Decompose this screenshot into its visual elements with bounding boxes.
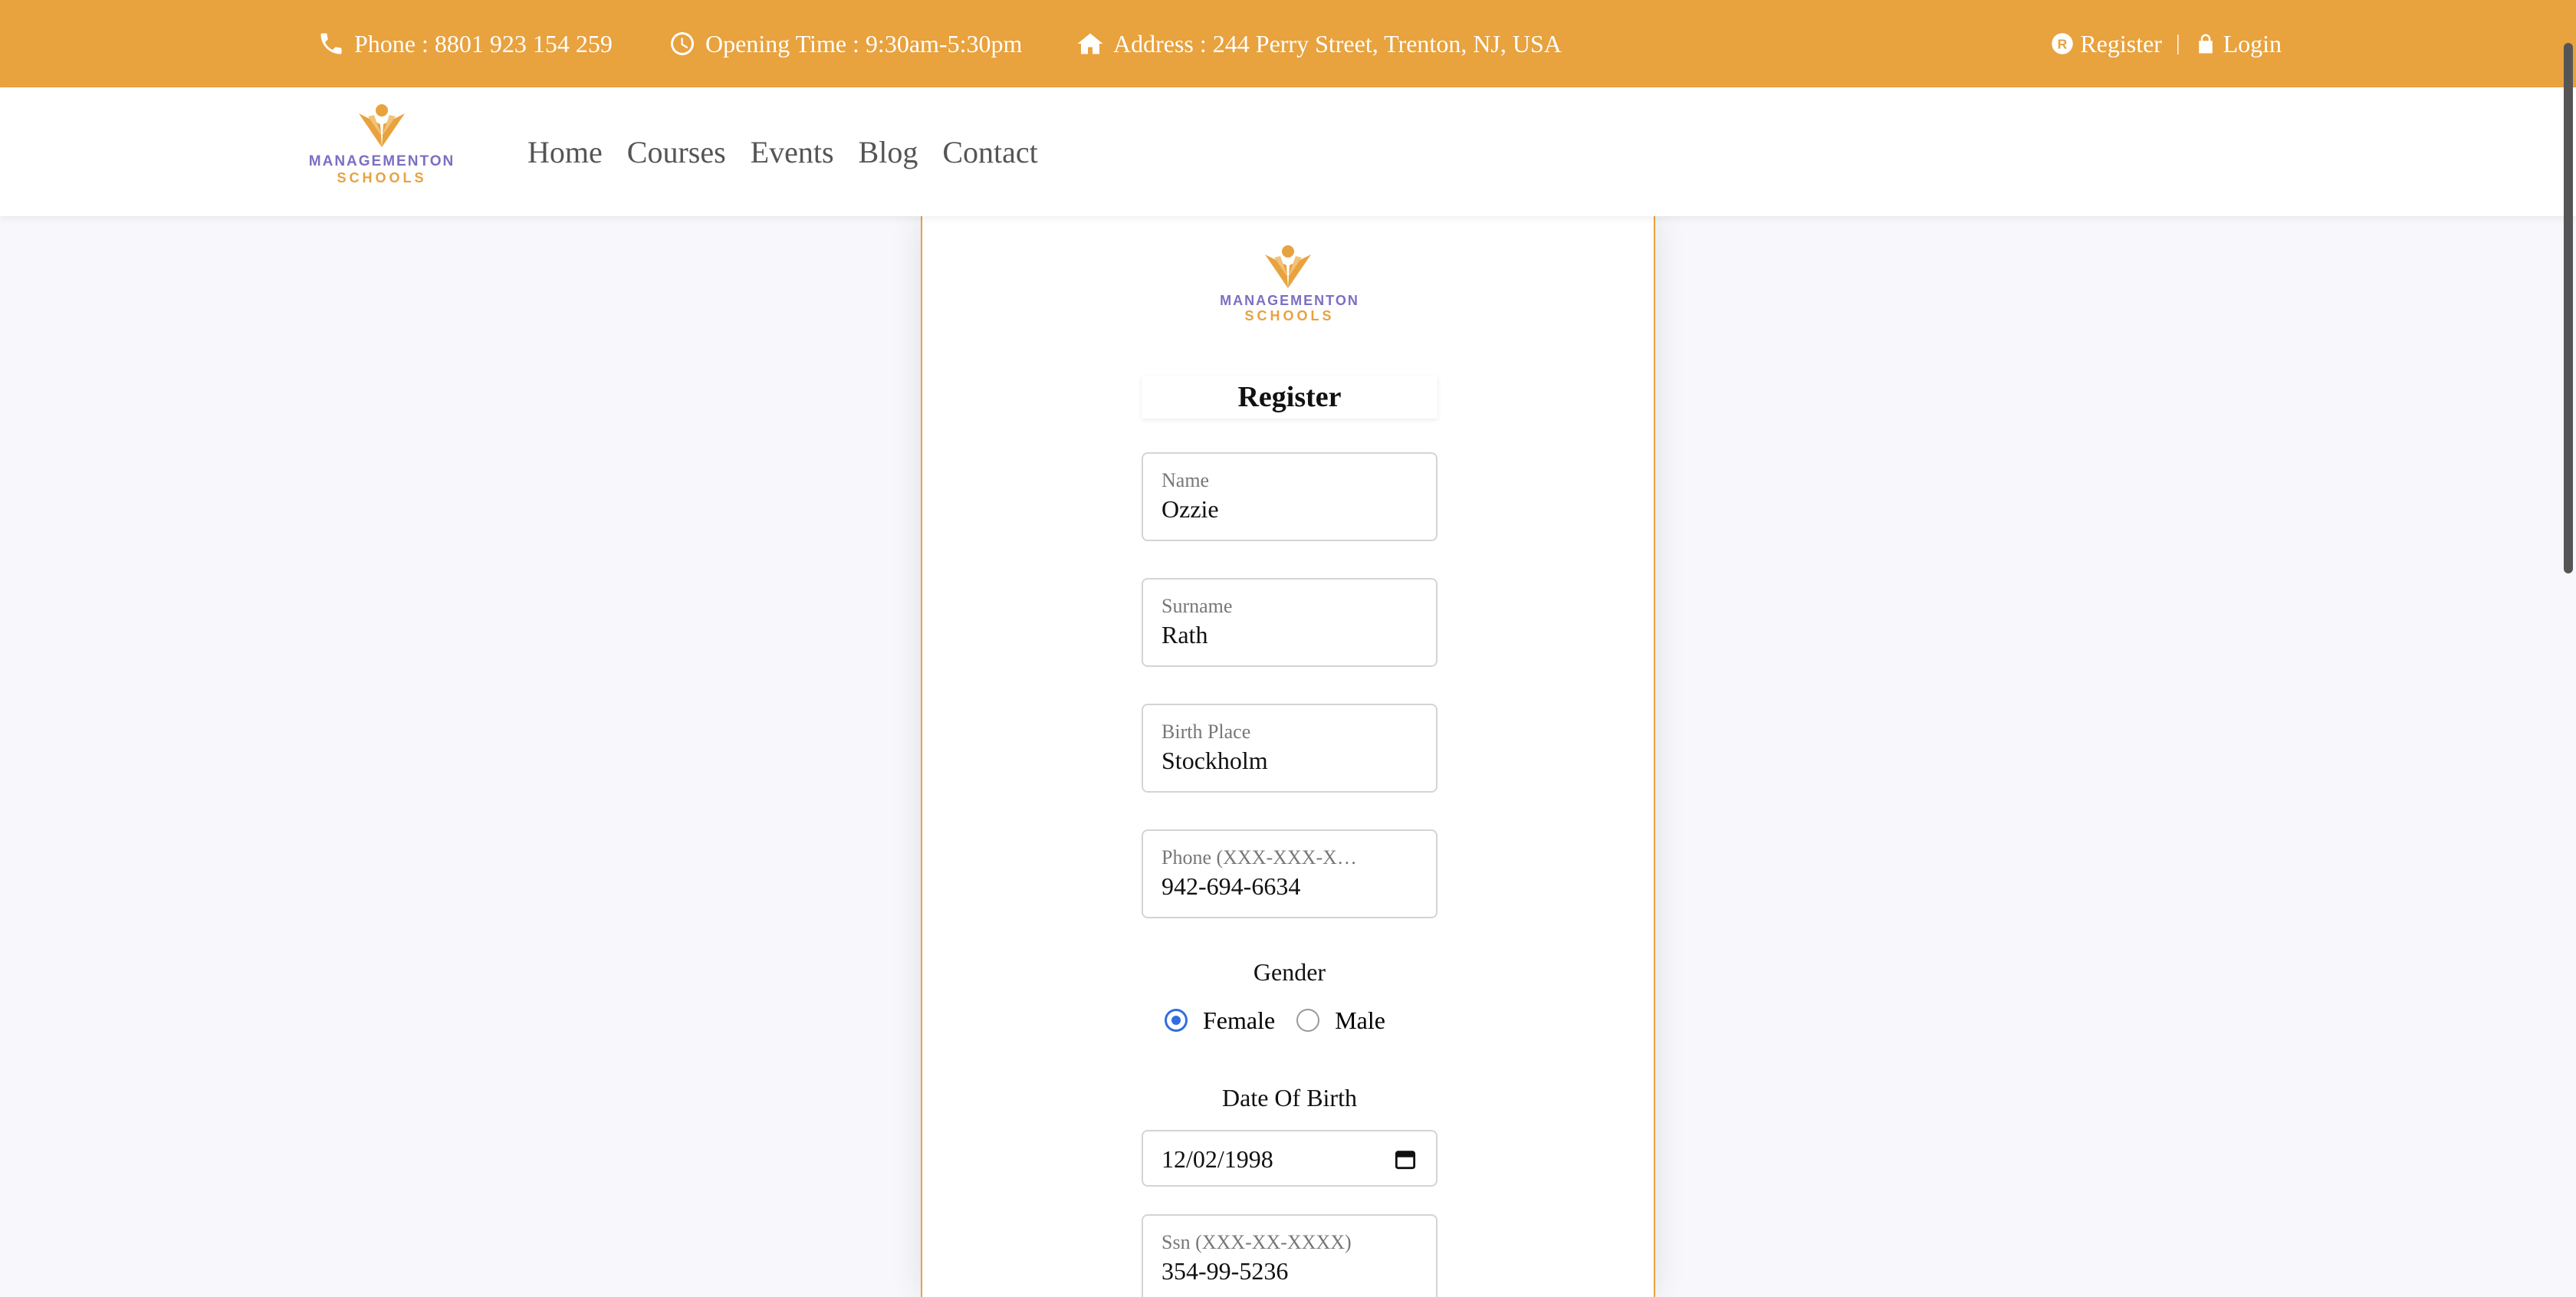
dob-value: 12/02/1998	[1162, 1145, 1273, 1173]
birth-place-value: Stockholm	[1162, 747, 1268, 774]
calendar-icon[interactable]	[1395, 1148, 1416, 1170]
name-value: Ozzie	[1162, 495, 1219, 523]
surname-field[interactable]: Surname Rath	[1142, 578, 1438, 667]
surname-label: Surname	[1162, 595, 1233, 617]
hours-info: Opening Time : 9:30am-5:30pm	[669, 0, 1022, 87]
male-radio[interactable]	[1296, 1009, 1320, 1032]
login-label: Login	[2223, 29, 2282, 57]
register-icon: R	[2052, 33, 2074, 54]
hours-label: Opening Time :	[705, 29, 859, 57]
phone-field[interactable]: Phone (XXX-XXX-X… 942-694-6634	[1142, 829, 1438, 918]
phone-field-value: 942-694-6634	[1162, 872, 1301, 900]
surname-value: Rath	[1162, 621, 1208, 648]
gender-label: Gender	[1253, 958, 1326, 986]
dob-label: Date Of Birth	[1222, 1084, 1357, 1111]
address-label: Address :	[1113, 29, 1207, 57]
svg-text:R: R	[2058, 36, 2068, 51]
auth-separator: |	[2175, 31, 2180, 55]
top-info-bar: Phone : 8801 923 154 259 Opening Time : …	[0, 0, 2576, 87]
auth-links: R Register | Login	[2051, 0, 2282, 87]
nav-home[interactable]: Home	[527, 134, 603, 170]
logo-mark-icon	[1265, 245, 1311, 288]
scrollbar-thumb[interactable]	[2564, 43, 2573, 573]
gender-radio-group: Female Male	[1165, 1004, 1407, 1036]
register-link[interactable]: R Register	[2051, 30, 2162, 58]
hours-value: 9:30am-5:30pm	[865, 29, 1023, 57]
address-info: Address : 244 Perry Street, Trenton, NJ,…	[1076, 0, 1562, 87]
ssn-field[interactable]: Ssn (XXX-XX-XXXX) 354-99-5236	[1142, 1214, 1438, 1297]
form-logo-name: MANAGEMENTON	[1220, 293, 1359, 308]
phone-info: Phone : 8801 923 154 259	[317, 0, 613, 87]
male-label: Male	[1335, 1006, 1385, 1034]
birth-place-label: Birth Place	[1162, 721, 1251, 743]
nav-contact[interactable]: Contact	[942, 134, 1037, 170]
nav-courses[interactable]: Courses	[627, 134, 726, 170]
clock-icon	[671, 32, 694, 55]
page-scrollbar[interactable]	[2561, 0, 2576, 1297]
brand-name: MANAGEMENTON	[308, 153, 455, 169]
name-field[interactable]: Name Ozzie	[1142, 452, 1438, 541]
nav-events[interactable]: Events	[751, 134, 834, 170]
form-logo-subname: SCHOOLS	[1244, 308, 1335, 323]
phone-value: 8801 923 154 259	[434, 29, 613, 57]
brand-subname: SCHOOLS	[337, 170, 427, 186]
dob-date-input[interactable]: 12/02/1998	[1142, 1130, 1438, 1187]
nav-blog[interactable]: Blog	[859, 134, 918, 170]
primary-nav: Home Courses Events Blog Contact	[527, 87, 1063, 216]
main-navbar: MANAGEMENTON SCHOOLS Home Courses Events…	[0, 87, 2576, 216]
register-panel: MANAGEMENTON SCHOOLS Register Name Ozzie…	[921, 216, 1655, 1297]
lock-icon	[2198, 34, 2213, 54]
phone-icon	[320, 33, 342, 54]
form-logo: MANAGEMENTON SCHOOLS	[1210, 244, 1369, 323]
birth-place-field[interactable]: Birth Place Stockholm	[1142, 704, 1438, 793]
register-title: Register	[1142, 376, 1438, 419]
female-radio[interactable]	[1165, 1009, 1188, 1032]
home-icon	[1077, 33, 1103, 54]
logo-mark-icon	[359, 104, 405, 147]
brand-logo[interactable]: MANAGEMENTON SCHOOLS	[302, 103, 462, 192]
address-value: 244 Perry Street, Trenton, NJ, USA	[1212, 29, 1562, 57]
register-label: Register	[2080, 29, 2162, 57]
female-label: Female	[1203, 1006, 1276, 1034]
ssn-value: 354-99-5236	[1162, 1257, 1289, 1285]
phone-label: Phone :	[354, 29, 429, 57]
name-label: Name	[1162, 469, 1210, 491]
phone-field-label: Phone (XXX-XXX-X…	[1162, 846, 1357, 868]
login-link[interactable]: Login	[2194, 30, 2282, 58]
gender-male-option[interactable]: Male	[1296, 1006, 1385, 1035]
ssn-label: Ssn (XXX-XX-XXXX)	[1162, 1231, 1352, 1253]
gender-female-option[interactable]: Female	[1165, 1006, 1275, 1035]
